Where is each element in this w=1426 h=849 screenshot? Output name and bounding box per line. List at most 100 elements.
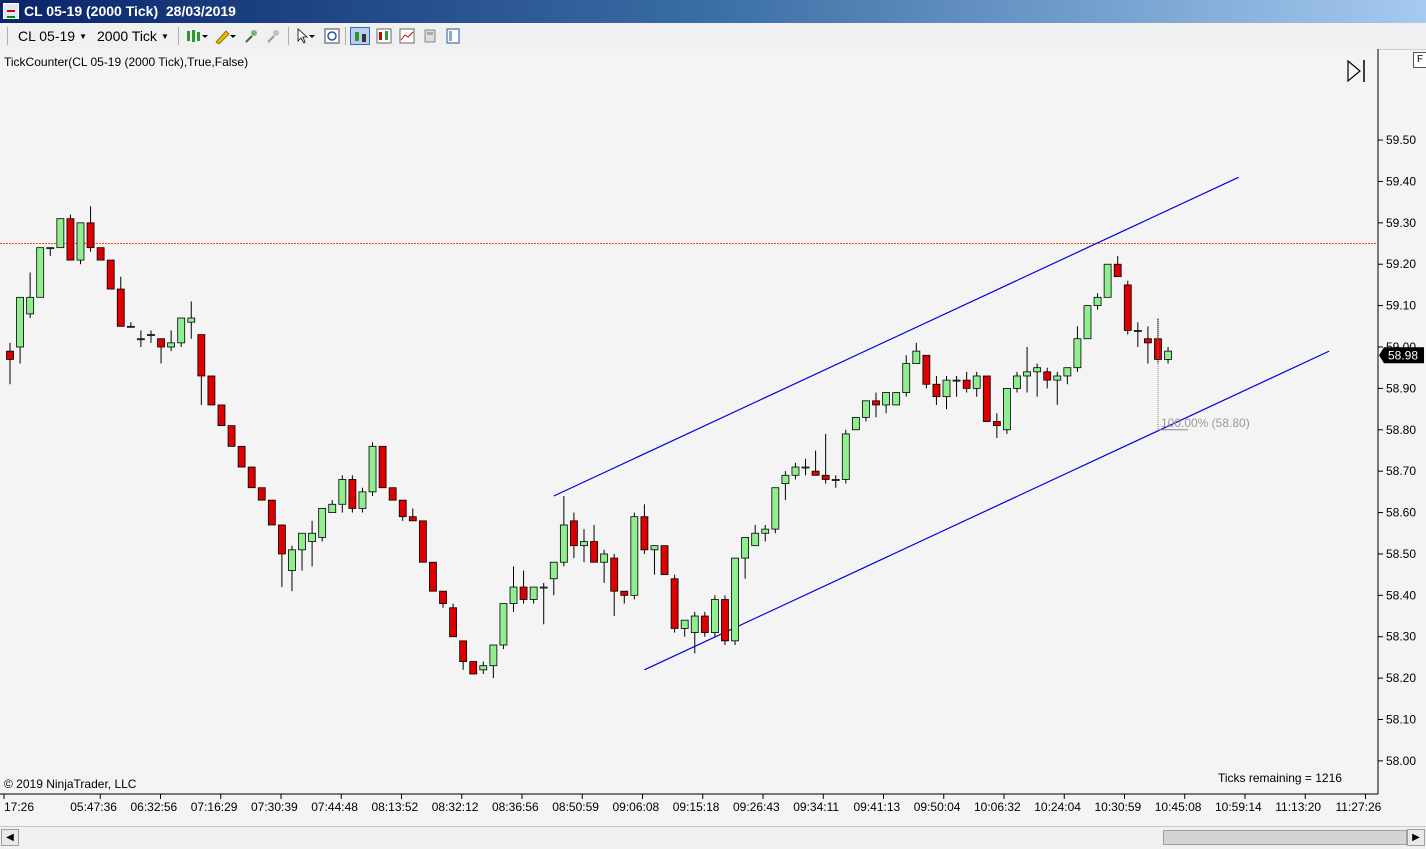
fib-label: 100.00% (58.80) <box>1161 416 1250 430</box>
candle-body-up <box>549 561 558 580</box>
candle <box>731 557 739 645</box>
y-tick-label: 58.30 <box>1386 630 1416 644</box>
candle <box>892 392 901 406</box>
candle-body-up <box>76 222 85 261</box>
candle-body-up <box>539 586 548 589</box>
candle-body-up <box>479 665 488 671</box>
candle <box>449 603 457 638</box>
candle-body-up <box>831 479 840 481</box>
candle <box>1123 280 1132 335</box>
candle-body-up <box>781 474 790 484</box>
scroll-right-button[interactable]: ▶ <box>1407 829 1425 846</box>
candle-body-down <box>459 640 468 662</box>
y-tick-label: 58.80 <box>1386 423 1416 437</box>
y-tick-label: 58.70 <box>1386 464 1416 478</box>
candle-body-up <box>16 296 24 348</box>
bars-style-icon[interactable] <box>184 27 210 45</box>
toolbar-separator <box>345 27 346 45</box>
candle-body-up <box>1003 387 1011 431</box>
candle-body-up <box>630 516 639 596</box>
candlestick-icon[interactable] <box>350 27 370 45</box>
scroll-left-button[interactable]: ◀ <box>1 829 19 846</box>
candle-body-down <box>1144 338 1152 344</box>
candle <box>368 442 377 496</box>
x-tick-label: 07:44:48 <box>311 800 358 814</box>
candle-body-down <box>640 516 649 551</box>
candle-body-down <box>700 615 709 633</box>
x-tick-label: 09:06:08 <box>613 800 660 814</box>
toolbar-grip <box>7 27 8 45</box>
candle <box>66 214 75 261</box>
candle-body-up <box>177 317 186 344</box>
candle-body-up <box>288 549 296 571</box>
interval-label: 2000 Tick <box>97 28 157 44</box>
candle <box>1103 263 1112 298</box>
bar-chart-icon[interactable] <box>374 27 394 45</box>
candle-body-up <box>1103 263 1112 298</box>
x-tick-label: 10:45:08 <box>1155 800 1202 814</box>
candle-body-up <box>499 603 508 646</box>
line-chart-icon[interactable] <box>397 27 417 45</box>
candle-body-down <box>388 487 397 501</box>
candle <box>96 247 105 261</box>
candle-body-down <box>811 470 820 476</box>
candle-body-down <box>449 607 457 638</box>
candle-body-down <box>66 218 75 261</box>
candle-body-down <box>157 338 165 348</box>
candle-body-up <box>147 334 155 336</box>
candle <box>1083 305 1092 340</box>
pencil-draw-icon[interactable] <box>212 27 238 45</box>
candle <box>36 247 45 298</box>
zoom-out-icon[interactable] <box>264 27 284 45</box>
candle-body-up <box>761 528 770 534</box>
x-tick-label: 08:13:52 <box>372 800 419 814</box>
candle-body-up <box>1133 330 1142 332</box>
instrument-selector[interactable]: CL 05-19 ▼ <box>18 27 87 45</box>
panel-icon[interactable] <box>443 27 463 45</box>
candle-body-down <box>469 661 478 675</box>
price-chart[interactable]: 100.00% (58.80) 58.00 58.10 58.20 58.30 58.4… <box>0 49 1426 826</box>
candle-body-up <box>851 416 860 431</box>
candle-body-down <box>227 425 236 447</box>
candle-body-down <box>106 259 115 290</box>
y-tick-label: 58.90 <box>1386 381 1416 395</box>
candle <box>267 499 276 526</box>
y-tick-label: 58.50 <box>1386 547 1416 561</box>
candle-body-up <box>167 342 176 348</box>
candle <box>237 445 246 468</box>
candle-body-down <box>217 404 226 427</box>
candle-body-down <box>207 375 216 406</box>
scrollbar-thumb[interactable] <box>1163 830 1407 845</box>
candle-body-down <box>992 421 1001 427</box>
y-tick-label: 58.20 <box>1386 671 1416 685</box>
horizontal-scrollbar[interactable]: ◀ ▶ <box>0 826 1426 849</box>
y-tick-label: 58.40 <box>1386 588 1416 602</box>
candle-body-up <box>318 508 327 538</box>
candle-body-up <box>137 338 145 341</box>
x-tick-label: 11:27:26 <box>1336 800 1382 814</box>
candle-body-up <box>368 445 377 493</box>
y-tick-label: 59.50 <box>1386 133 1416 147</box>
candle-body-up <box>841 433 850 480</box>
y-tick-label: 59.10 <box>1386 299 1416 313</box>
candle-body-up <box>902 363 911 393</box>
interval-selector[interactable]: 2000 Tick ▼ <box>97 27 169 45</box>
candle-body-up <box>791 466 800 476</box>
candle <box>670 574 679 633</box>
search-properties-icon[interactable] <box>322 27 342 45</box>
candle-body-down <box>6 350 14 360</box>
candle-body-up <box>1053 375 1062 381</box>
x-tick-label: 07:16:29 <box>191 800 238 814</box>
y-tick-label: 59.40 <box>1386 174 1416 188</box>
candle-body-up <box>298 532 306 551</box>
candle-body-down <box>519 586 528 600</box>
title-bar: CL 05-19 (2000 Tick) 28/03/2019 <box>0 0 1426 23</box>
data-box-icon[interactable] <box>420 27 440 45</box>
cursor-icon[interactable] <box>293 27 319 45</box>
zoom-in-icon[interactable] <box>242 27 262 45</box>
candle-body-up <box>942 379 951 398</box>
y-tick-label: 58.60 <box>1386 506 1416 520</box>
candle-body-down <box>590 541 598 563</box>
candle <box>318 508 327 542</box>
candle-body-up <box>972 375 981 389</box>
